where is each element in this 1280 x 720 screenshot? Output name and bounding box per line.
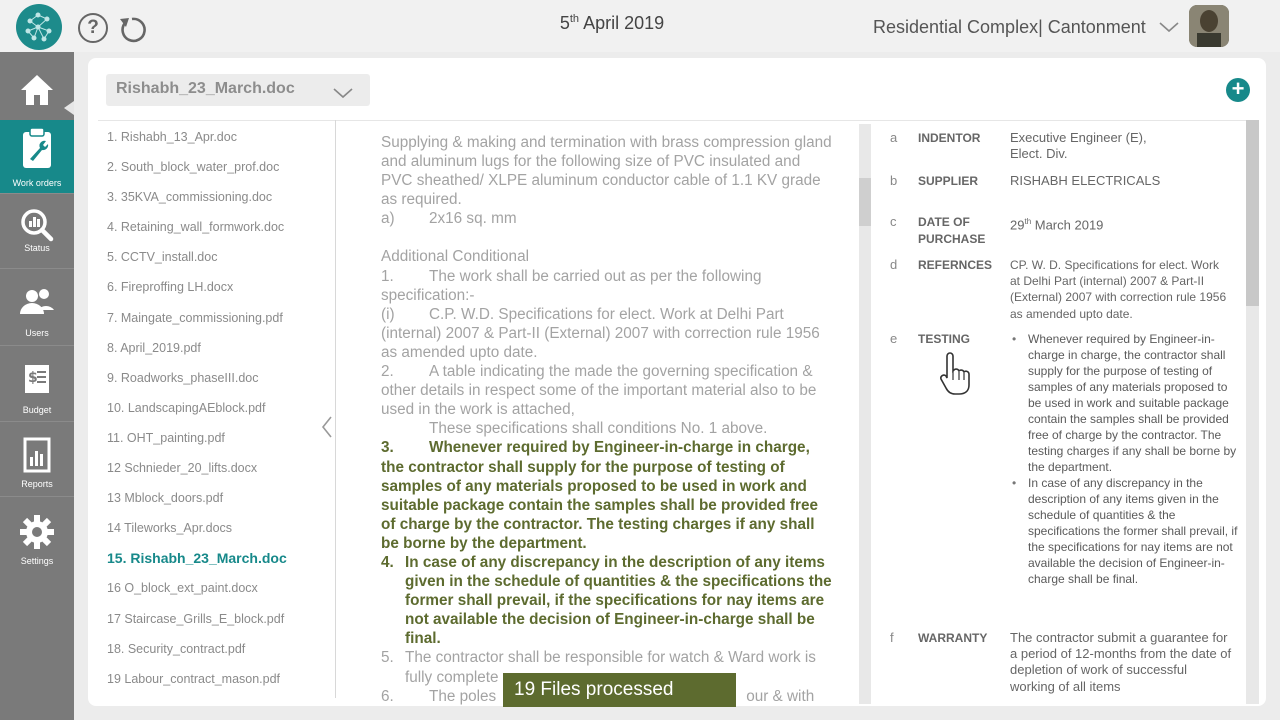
sidebar-item-label: Users — [25, 328, 49, 338]
avatar[interactable] — [1189, 5, 1229, 47]
doc-paragraph-highlighted: 4. In case of any discrepancy in the desc… — [381, 553, 832, 648]
file-list-item[interactable]: 9. Roadworks_phaseIII.doc — [107, 363, 332, 393]
file-list-item[interactable]: 7. Maingate_commissioning.pdf — [107, 303, 332, 333]
sidebar-item-status[interactable]: Status — [0, 195, 74, 269]
detail-key: WARRANTY — [918, 631, 988, 645]
file-list: 1. Rishabh_13_Apr.doc 2. South_block_wate… — [107, 122, 332, 694]
details-scrollbar-thumb[interactable] — [1246, 120, 1259, 306]
doc-intro-item: a) 2x16 sq. mm — [381, 210, 517, 228]
budget-icon: $ — [25, 365, 49, 393]
doc-paragraph: (i) C.P. W.D. Specifications for elect. W… — [381, 305, 820, 361]
file-list-item[interactable]: 11. OHT_painting.pdf — [107, 423, 332, 453]
file-list-item[interactable]: 10. LandscapingAEblock.pdf — [107, 393, 332, 423]
users-icon — [20, 289, 54, 314]
doc-intro: Supplying & making and termination with … — [381, 134, 832, 209]
sidebar-item-reports[interactable]: Reports — [0, 423, 74, 497]
file-list-item[interactable]: 17 Staircase_Grills_E_block.pdf — [107, 604, 332, 634]
doc-paragraph: These specifications shall conditions No… — [429, 420, 768, 438]
detail-key: INDENTOR — [918, 131, 981, 145]
file-list-item[interactable]: 15. Rishabh_23_March.doc — [107, 543, 332, 573]
detail-letter: e — [890, 331, 898, 346]
app-logo[interactable] — [16, 4, 62, 50]
status-icon — [21, 209, 54, 242]
detail-key: DATE OF PURCHASE — [918, 215, 986, 246]
detail-letter: a — [890, 130, 898, 145]
document-dropdown-value: Rishabh_23_March.doc — [116, 80, 295, 97]
sidebar-item-budget[interactable]: $ Budget — [0, 348, 74, 422]
sidebar-item-settings[interactable]: Settings — [0, 500, 74, 574]
doc-heading: Additional Conditional — [381, 248, 529, 266]
file-list-item[interactable]: 13 Mblock_doors.pdf — [107, 483, 332, 513]
sidebar-item-label: Status — [24, 243, 50, 253]
testing-bullets: Whenever required by Engineer-in-charge … — [1010, 331, 1242, 587]
refresh-icon[interactable] — [116, 13, 148, 45]
detail-value: CP. W. D. Specifications for elect. Work… — [1010, 258, 1227, 321]
hand-cursor-icon — [940, 352, 970, 395]
detail-value: RISHABH ELECTRICALS — [1010, 173, 1161, 188]
detail-value: Executive Engineer (E), Elect. Div. — [1010, 130, 1147, 162]
file-list-item[interactable]: 18. Security_contract.pdf — [107, 634, 332, 664]
top-bar: ? 5th April 2019 Residential Complex| Ca… — [0, 0, 1280, 52]
file-list-item[interactable]: 1. Rishabh_13_Apr.doc — [107, 122, 332, 152]
sidebar-item-home[interactable] — [0, 52, 74, 126]
file-list-item[interactable]: 8. April_2019.pdf — [107, 333, 332, 363]
chevron-down-icon — [333, 88, 353, 99]
detail-letter: b — [890, 173, 898, 188]
reports-icon — [23, 437, 51, 473]
list-item: Whenever required by Engineer-in-charge … — [1010, 331, 1242, 475]
gear-icon — [20, 515, 54, 549]
file-list-item[interactable]: 3. 35KVA_commissioning.doc — [107, 182, 332, 212]
sidebar-item-label: Settings — [20, 556, 54, 566]
file-list-item[interactable]: 4. Retaining_wall_formwork.doc — [107, 212, 332, 242]
doc-paragraph-highlighted: 3. Whenever required by Engineer-in-charg… — [381, 439, 818, 552]
project-selector[interactable]: Residential Complex| Cantonment — [873, 17, 1146, 38]
divider — [98, 120, 1258, 121]
detail-letter: f — [890, 630, 894, 645]
doc-paragraph: 2. A table indicating the made the govern… — [381, 363, 817, 419]
help-icon[interactable]: ? — [78, 13, 108, 43]
sidebar-item-users[interactable]: Users — [0, 272, 74, 346]
detail-value: The contractor submit a guarantee for a … — [1010, 630, 1232, 694]
clipboard-wrench-icon — [23, 127, 51, 168]
chevron-left-icon[interactable] — [320, 415, 334, 439]
sidebar-item-work-orders[interactable]: Work orders — [0, 120, 74, 194]
active-indicator — [64, 101, 74, 115]
sidebar-item-label: Reports — [21, 479, 53, 489]
file-list-item[interactable]: 2. South_block_water_prof.doc — [107, 152, 332, 182]
svg-text:$: $ — [28, 370, 38, 386]
detail-key: TESTING — [918, 332, 971, 346]
status-toast: 19 Files processed — [503, 673, 736, 707]
list-item: In case of any discrepancy in the descri… — [1010, 475, 1242, 587]
file-list-item[interactable]: 19 Labour_contract_mason.pdf — [107, 664, 332, 694]
file-list-item[interactable]: 5. CCTV_install.doc — [107, 242, 332, 272]
detail-letter: d — [890, 257, 898, 272]
sidebar-item-label: Work orders — [12, 178, 62, 188]
document-content: Supplying & making and termination with … — [381, 133, 833, 705]
add-button[interactable]: + — [1226, 78, 1250, 102]
chevron-down-icon[interactable] — [1158, 20, 1180, 34]
file-list-item[interactable]: 16 O_block_ext_paint.docx — [107, 573, 332, 603]
file-list-item[interactable]: 6. Fireproffing LH.docx — [107, 272, 332, 302]
sidebar: Work orders Status Users $ Budget Report… — [0, 52, 74, 720]
detail-letter: c — [890, 214, 897, 229]
file-list-item[interactable]: 12 Schnieder_20_lifts.docx — [107, 453, 332, 483]
home-icon — [21, 75, 53, 105]
document-scrollbar-thumb[interactable] — [859, 178, 871, 226]
current-date: 5th April 2019 — [559, 13, 665, 33]
detail-key: SUPPLIER — [918, 174, 979, 188]
file-list-item[interactable]: 14 Tileworks_Apr.docs — [107, 513, 332, 543]
divider — [335, 120, 336, 698]
detail-value: 29th March 2019 — [1010, 217, 1104, 233]
doc-paragraph: 1. The work shall be carried out as per t… — [381, 267, 762, 304]
document-dropdown[interactable]: Rishabh_23_March.doc — [106, 74, 370, 106]
detail-key: REFERNCES — [918, 258, 993, 272]
sidebar-item-label: Budget — [22, 405, 52, 415]
